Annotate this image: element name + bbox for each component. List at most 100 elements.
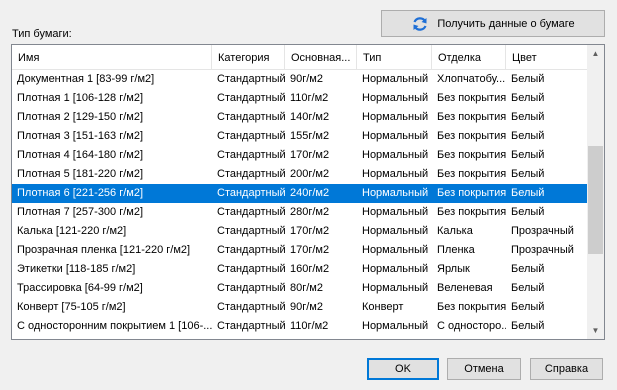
cell-name: Прозрачная пленка [121-220 г/м2]: [17, 244, 191, 256]
list-rows: Документная 1 [83-99 г/м2] Стандартный 90г…: [12, 70, 588, 336]
cell-name: Плотная 7 [257-300 г/м2]: [17, 206, 144, 218]
table-row[interactable]: Калька [121-220 г/м2] Стандартный 170г/м2 Н…: [12, 222, 588, 241]
column-header-finish[interactable]: Отделка: [432, 45, 506, 69]
column-header-type[interactable]: Тип: [357, 45, 432, 69]
cell-finish: Веленевая: [437, 282, 493, 294]
cell-basis-weight: 280г/м2: [290, 206, 330, 218]
cell-color: Белый: [511, 263, 545, 275]
cell-basis-weight: 140г/м2: [290, 111, 330, 123]
cell-type: Нормальный: [362, 187, 429, 199]
cell-name: Документная 1 [83-99 г/м2]: [17, 73, 155, 85]
cell-color: Белый: [511, 73, 545, 85]
scroll-up-icon[interactable]: ▲: [587, 45, 604, 62]
cell-name: Конверт [75-105 г/м2]: [17, 301, 126, 313]
column-header-color[interactable]: Цвет: [506, 45, 588, 69]
cell-name: Плотная 4 [164-180 г/м2]: [17, 149, 144, 161]
table-row[interactable]: Трассировка [64-99 г/м2] Стандартный 80г/м…: [12, 279, 588, 298]
cell-name: С односторонним покрытием 1 [106-...: [17, 320, 212, 332]
cell-type: Нормальный: [362, 244, 429, 256]
cell-finish: Без покрытия: [437, 111, 506, 123]
list-header: Имя Категория Основная... Тип Отделка Цв…: [12, 45, 588, 70]
table-row[interactable]: С односторонним покрытием 1 [106-... Стан…: [12, 317, 588, 336]
cell-name: Трассировка [64-99 г/м2]: [17, 282, 143, 294]
cell-color: Белый: [511, 187, 545, 199]
table-row[interactable]: Плотная 1 [106-128 г/м2] Стандартный 110г/…: [12, 89, 588, 108]
cell-name: Плотная 6 [221-256 г/м2]: [17, 187, 144, 199]
cell-finish: Калька: [437, 225, 473, 237]
cell-category: Стандартный: [217, 320, 285, 332]
cell-type: Нормальный: [362, 263, 429, 275]
scroll-down-icon[interactable]: ▼: [587, 322, 604, 339]
cell-color: Белый: [511, 282, 545, 294]
cell-type: Нормальный: [362, 282, 429, 294]
cell-category: Стандартный: [217, 92, 285, 104]
scrollbar-thumb[interactable]: [588, 146, 603, 254]
cell-type: Конверт: [362, 301, 404, 313]
cell-type: Нормальный: [362, 225, 429, 237]
cell-category: Стандартный: [217, 206, 285, 218]
cell-category: Стандартный: [217, 263, 285, 275]
cell-color: Прозрачный: [511, 244, 574, 256]
cell-category: Стандартный: [217, 282, 285, 294]
table-row[interactable]: Этикетки [118-185 г/м2] Стандартный 160г/м…: [12, 260, 588, 279]
cell-type: Нормальный: [362, 73, 429, 85]
cancel-button[interactable]: Отмена: [447, 358, 521, 380]
cell-finish: Без покрытия: [437, 206, 506, 218]
table-row[interactable]: Прозрачная пленка [121-220 г/м2] Стандарт…: [12, 241, 588, 260]
cell-color: Белый: [511, 168, 545, 180]
cell-finish: Без покрытия: [437, 168, 506, 180]
cell-color: Белый: [511, 206, 545, 218]
cell-basis-weight: 200г/м2: [290, 168, 330, 180]
cell-category: Стандартный: [217, 168, 285, 180]
table-row[interactable]: Документная 1 [83-99 г/м2] Стандартный 90г…: [12, 70, 588, 89]
column-header-name[interactable]: Имя: [12, 45, 212, 69]
cell-basis-weight: 110г/м2: [290, 92, 329, 104]
cell-color: Белый: [511, 92, 545, 104]
cell-color: Белый: [511, 149, 545, 161]
cell-name: Плотная 5 [181-220 г/м2]: [17, 168, 144, 180]
cell-category: Стандартный: [217, 225, 285, 237]
cell-basis-weight: 160г/м2: [290, 263, 330, 275]
cell-basis-weight: 170г/м2: [290, 225, 330, 237]
cell-finish: Без покрытия: [437, 92, 506, 104]
table-row[interactable]: Плотная 6 [221-256 г/м2] Стандартный 240г/…: [12, 184, 588, 203]
table-row[interactable]: Плотная 7 [257-300 г/м2] Стандартный 280г/…: [12, 203, 588, 222]
vertical-scrollbar[interactable]: ▲ ▼: [587, 45, 604, 339]
cell-name: Калька [121-220 г/м2]: [17, 225, 127, 237]
cell-type: Нормальный: [362, 168, 429, 180]
cell-basis-weight: 170г/м2: [290, 149, 330, 161]
column-header-category[interactable]: Категория: [212, 45, 285, 69]
cell-finish: Хлопчатобу...: [437, 73, 506, 85]
table-row[interactable]: Конверт [75-105 г/м2] Стандартный 90г/м2 Ко…: [12, 298, 588, 317]
cell-category: Стандартный: [217, 244, 285, 256]
help-button[interactable]: Справка: [530, 358, 603, 380]
cell-type: Нормальный: [362, 320, 429, 332]
cell-finish: С односторо...: [437, 320, 506, 332]
table-row[interactable]: Плотная 3 [151-163 г/м2] Стандартный 155г/…: [12, 127, 588, 146]
cell-category: Стандартный: [217, 149, 285, 161]
get-paper-info-label: Получить данные о бумаге: [437, 17, 575, 30]
table-row[interactable]: Плотная 2 [129-150 г/м2] Стандартный 140г/…: [12, 108, 588, 127]
ok-button[interactable]: OK: [367, 358, 439, 380]
cell-finish: Без покрытия: [437, 130, 506, 142]
column-header-basis-weight[interactable]: Основная...: [285, 45, 357, 69]
cell-basis-weight: 80г/м2: [290, 282, 323, 294]
cell-basis-weight: 155г/м2: [290, 130, 330, 142]
cell-category: Стандартный: [217, 187, 285, 199]
table-row[interactable]: Плотная 4 [164-180 г/м2] Стандартный 170г/…: [12, 146, 588, 165]
cell-basis-weight: 90г/м2: [290, 301, 323, 313]
cell-color: Белый: [511, 111, 545, 123]
cell-basis-weight: 170г/м2: [290, 244, 330, 256]
cell-category: Стандартный: [217, 111, 285, 123]
refresh-icon: [411, 15, 429, 33]
cell-finish: Без покрытия: [437, 301, 506, 313]
cell-name: Плотная 3 [151-163 г/м2]: [17, 130, 144, 142]
cell-name: Этикетки [118-185 г/м2]: [17, 263, 136, 275]
cell-basis-weight: 240г/м2: [290, 187, 330, 199]
cell-finish: Пленка: [437, 244, 475, 256]
paper-type-list[interactable]: Имя Категория Основная... Тип Отделка Цв…: [11, 44, 605, 340]
paper-type-label: Тип бумаги:: [12, 28, 72, 40]
cell-basis-weight: 90г/м2: [290, 73, 323, 85]
table-row[interactable]: Плотная 5 [181-220 г/м2] Стандартный 200г/…: [12, 165, 588, 184]
get-paper-info-button[interactable]: Получить данные о бумаге: [381, 10, 605, 37]
